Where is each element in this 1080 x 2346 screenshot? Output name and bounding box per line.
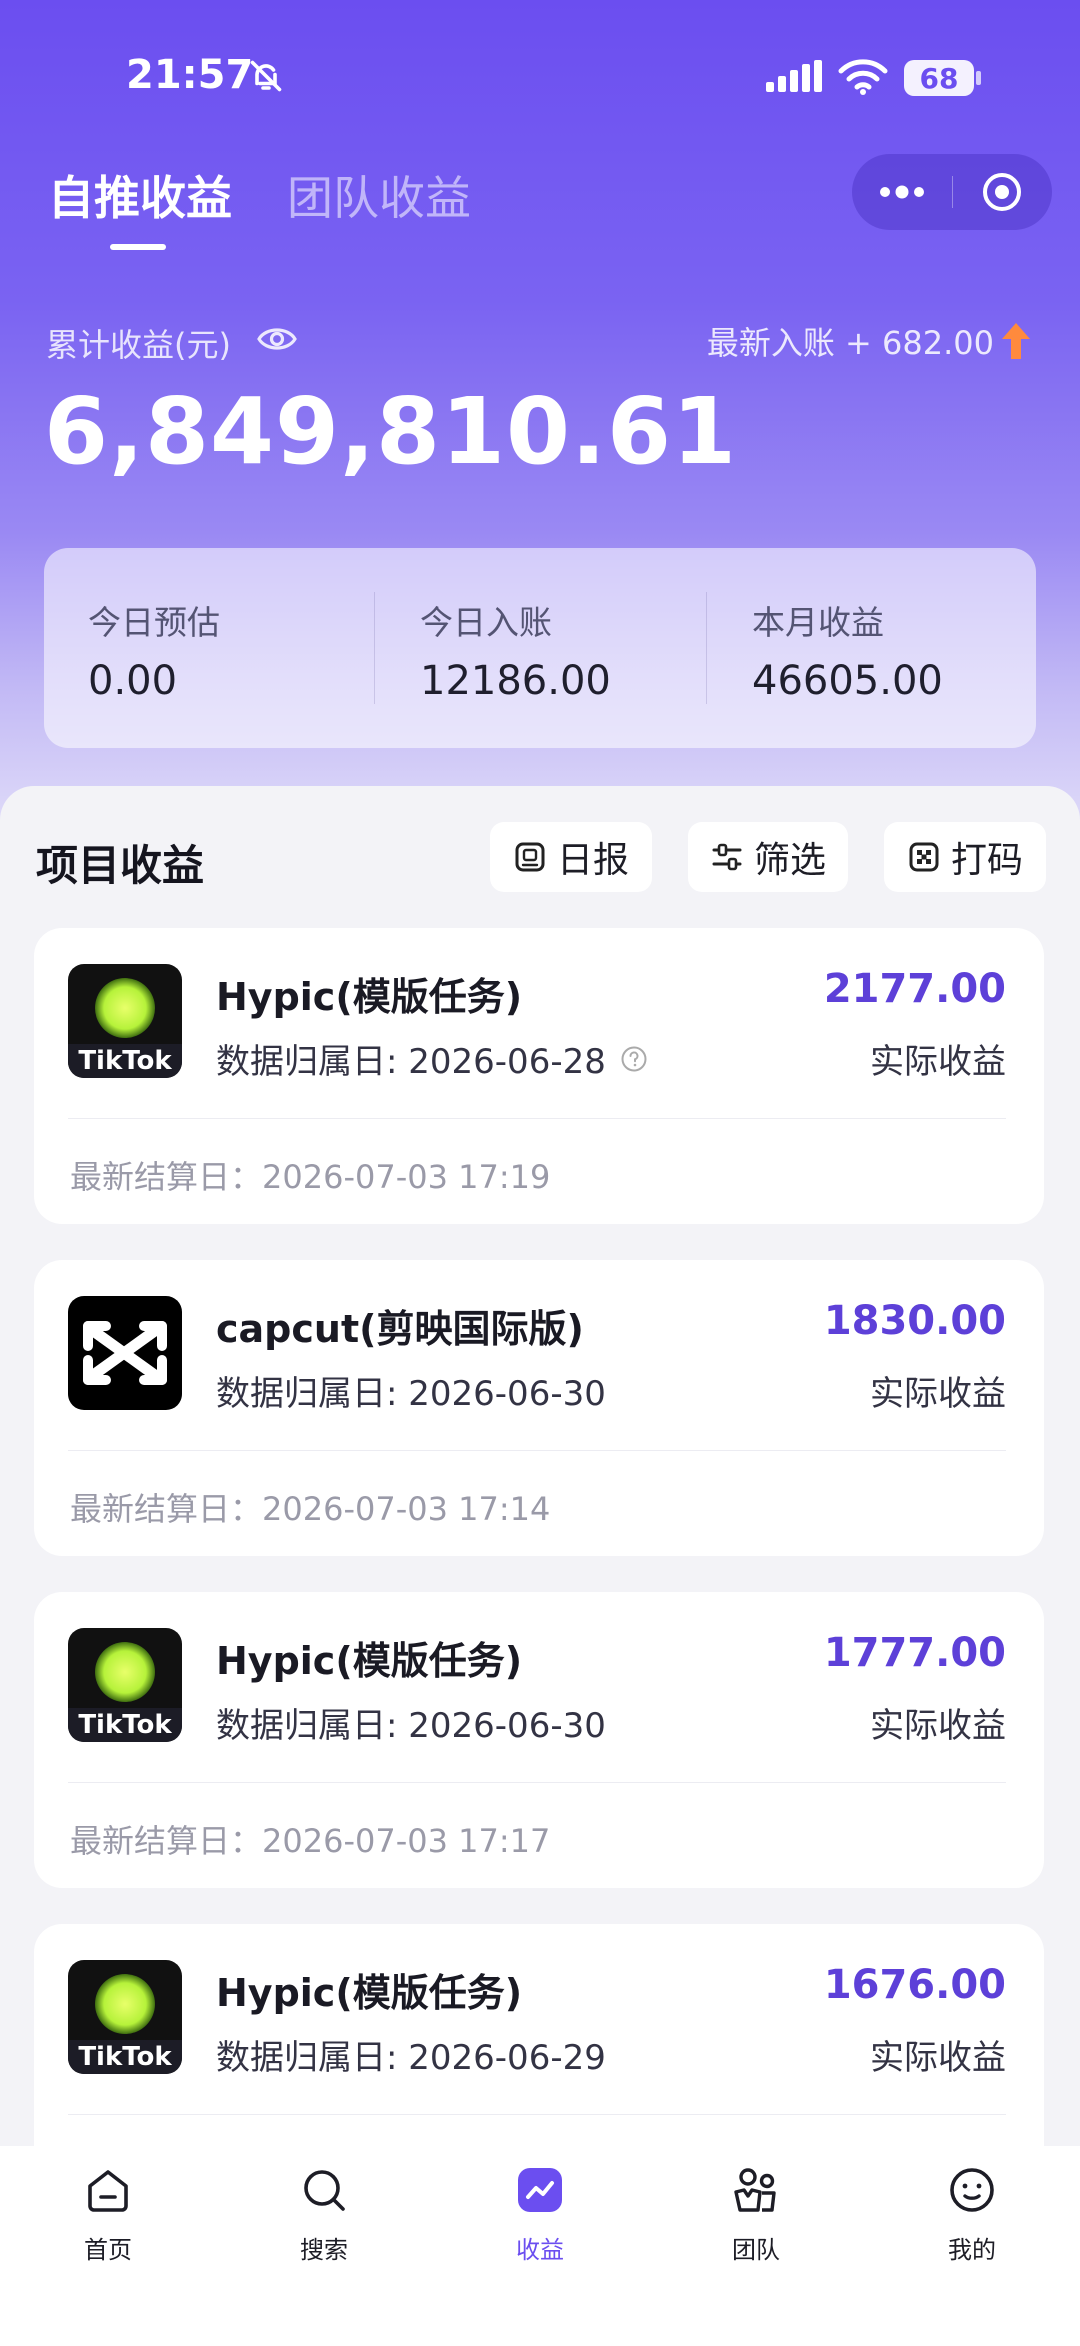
stat-label: 今日预估 [88, 603, 220, 642]
stat-value: 12186.00 [420, 658, 611, 704]
nav-search[interactable]: 搜索 [254, 2164, 394, 2265]
project-card[interactable]: TikTok Hypic(模版任务) 数据归属日: 2026-06-30 177… [34, 1592, 1044, 1888]
stat-today-estimate: 今日预估 0.00 [44, 548, 374, 748]
filter-label: 筛选 [753, 840, 826, 881]
team-icon [734, 2168, 776, 2212]
nav-team[interactable]: 团队 [686, 2164, 826, 2265]
data-date-text: 数据归属日: 2026-06-28 [216, 1042, 606, 1082]
search-icon [304, 2170, 345, 2211]
daily-report-button[interactable]: 日报 [490, 822, 652, 892]
data-date: 数据归属日: 2026-06-30 [216, 1374, 606, 1414]
project-name: Hypic(模版任务) [216, 975, 523, 1019]
latest-credit: 最新入账 + 682.00 [707, 318, 1032, 364]
card-divider [68, 1450, 1006, 1451]
mask-code-button[interactable]: 打码 [884, 822, 1046, 892]
card-divider [68, 2114, 1006, 2115]
home-icon [88, 2170, 128, 2212]
filter-sliders-icon [712, 843, 742, 871]
stat-divider [374, 592, 375, 704]
amount-label: 实际收益 [870, 1374, 1006, 1414]
more-button[interactable] [852, 154, 952, 230]
data-date: 数据归属日: 2026-06-30 [216, 1706, 606, 1746]
project-card[interactable]: TikTok Hypic(模版任务) 数据归属日: 2026-06-28 217… [34, 928, 1044, 1224]
card-divider [68, 1118, 1006, 1119]
project-name: Hypic(模版任务) [216, 1639, 523, 1683]
stat-label: 本月收益 [752, 603, 884, 642]
project-amount: 1676.00 [823, 1962, 1006, 2008]
battery-tip [976, 71, 981, 85]
project-amount: 2177.00 [823, 966, 1006, 1012]
daily-report-label: 日报 [556, 840, 629, 881]
target-circle-icon [983, 173, 1021, 211]
settlement-date: 最新结算日：2026-07-03 17:17 [70, 1822, 551, 1860]
amount-label: 实际收益 [870, 1706, 1006, 1746]
logo-text: TikTok [78, 2042, 172, 2072]
cell-signal-icon [766, 60, 822, 92]
stat-label: 今日入账 [420, 603, 552, 642]
nav-home[interactable]: 首页 [38, 2164, 178, 2265]
stat-today-credited: 今日入账 12186.00 [376, 548, 706, 748]
settlement-date: 最新结算日：2026-07-03 17:19 [70, 1158, 551, 1196]
section-title: 项目收益 [36, 841, 205, 890]
latest-credit-text: 最新入账 + 682.00 [706, 324, 994, 362]
close-miniprogram-button[interactable] [952, 154, 1052, 230]
report-icon [515, 842, 545, 872]
amount-label: 实际收益 [870, 2038, 1006, 2078]
battery-indicator: 68 [904, 60, 974, 96]
nav-earnings[interactable]: 收益 [470, 2164, 610, 2265]
tab-self-earnings[interactable]: 自推收益 [48, 162, 232, 228]
mask-code-label: 打码 [950, 840, 1023, 881]
more-dots-icon [880, 185, 924, 199]
amount-label: 实际收益 [870, 1042, 1006, 1082]
data-date: 数据归属日: 2026-06-28 [216, 1034, 648, 1083]
nav-label: 团队 [732, 2236, 780, 2264]
mute-bell-icon [250, 60, 282, 92]
active-tab-indicator [110, 244, 166, 250]
capcut-logo [68, 1296, 182, 1410]
project-card[interactable]: capcut(剪映国际版) 数据归属日: 2026-06-30 1830.00 … [34, 1260, 1044, 1556]
tiktok-logo: TikTok [68, 964, 182, 1078]
capcut-icon [83, 1321, 167, 1385]
nav-label: 首页 [84, 2236, 132, 2264]
logo-text: TikTok [78, 1710, 172, 1740]
nav-label: 收益 [516, 2236, 564, 2264]
stat-month-earnings: 本月收益 46605.00 [708, 548, 1038, 748]
eye-icon[interactable] [256, 322, 298, 356]
total-earnings-amount: 6,849,810.61 [44, 378, 737, 485]
total-earnings-label: 累计收益(元) [46, 326, 231, 364]
project-name: capcut(剪映国际版) [216, 1307, 584, 1351]
stat-divider [706, 592, 707, 704]
trend-up-arrow-icon [1002, 323, 1030, 359]
nav-label: 搜索 [300, 2236, 348, 2264]
status-time: 21:57 [126, 52, 254, 98]
nav-profile[interactable]: 我的 [902, 2164, 1042, 2265]
filter-button[interactable]: 筛选 [688, 822, 848, 892]
tiktok-logo: TikTok [68, 1628, 182, 1742]
help-question-icon[interactable] [620, 1045, 648, 1073]
card-divider [68, 1782, 1006, 1783]
tiktok-logo: TikTok [68, 1960, 182, 2074]
mini-program-capsule [852, 154, 1052, 230]
stat-value: 0.00 [88, 658, 178, 704]
tab-team-earnings[interactable]: 团队收益 [287, 162, 471, 228]
project-amount: 1777.00 [823, 1630, 1006, 1676]
settlement-date: 最新结算日：2026-07-03 17:14 [70, 1490, 551, 1528]
data-date: 数据归属日: 2026-06-29 [216, 2038, 606, 2078]
logo-text: TikTok [78, 1046, 172, 1076]
project-name: Hypic(模版任务) [216, 1971, 523, 2015]
profile-icon [950, 2168, 994, 2212]
mosaic-icon [909, 842, 939, 872]
project-amount: 1830.00 [823, 1298, 1006, 1344]
earnings-icon [518, 2168, 562, 2212]
nav-label: 我的 [948, 2236, 996, 2264]
stats-panel: 今日预估 0.00 今日入账 12186.00 本月收益 46605.00 [44, 548, 1036, 748]
wifi-icon [838, 59, 888, 95]
stat-value: 46605.00 [752, 658, 943, 704]
